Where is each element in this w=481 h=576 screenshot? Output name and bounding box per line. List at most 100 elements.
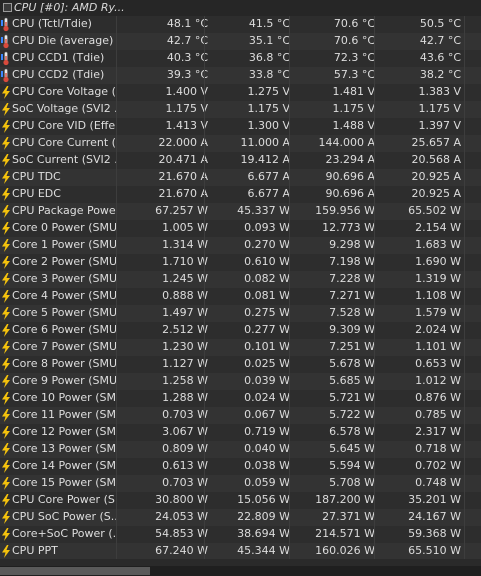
sensor-row[interactable]: Core+SoC Power (... 54.853 W 38.694 W 214.5… [0,526,481,543]
average-value: 24.167 W [408,510,461,523]
sensor-row[interactable]: CPU Core Voltage (... 1.400 V 1.275 V 1.481… [0,84,481,101]
column-divider [374,475,375,492]
sensor-row[interactable]: Core 3 Power (SMU) 1.245 W 0.082 W 7.228 W 1… [0,271,481,288]
sensor-row[interactable]: CPU PPT 67.240 W 45.344 W 160.026 W 65.510 W [0,543,481,560]
column-divider [116,203,117,220]
column-divider [374,288,375,305]
current-value: 40.3 °C [166,51,208,64]
sensor-group-header[interactable]: CPU [#0]: AMD Ry... [0,0,481,16]
sensor-row[interactable]: CPU TDC 21.670 A 6.677 A 90.696 A 20.925 A [0,169,481,186]
minimum-value: 0.059 W [244,476,290,489]
current-value: 0.703 W [162,476,208,489]
current-value: 0.809 W [162,442,208,455]
column-divider [289,288,290,305]
sensor-row[interactable]: CPU (Tctl/Tdie) 48.1 °C 41.5 °C 70.6 °C 50.5… [0,16,481,33]
current-value: 48.1 °C [166,17,208,30]
average-value: 1.383 V [418,85,461,98]
column-divider [116,322,117,339]
bolt-icon [1,119,11,134]
horizontal-scrollbar-thumb[interactable] [0,567,150,575]
bolt-icon [1,544,11,559]
column-divider [374,135,375,152]
column-divider [289,67,290,84]
sensor-row[interactable]: CPU Core Current (... 22.000 A 11.000 A 144… [0,135,481,152]
sensor-row[interactable]: Core 10 Power (SMU) 1.288 W 0.024 W 5.721 W… [0,390,481,407]
sensor-row[interactable]: Core 7 Power (SMU) 1.230 W 0.101 W 7.251 W 1… [0,339,481,356]
sensor-row[interactable]: CPU Core VID (Effe... 1.413 V 1.300 V 1.488… [0,118,481,135]
bolt-icon [1,476,11,491]
column-divider [204,50,205,67]
sensor-label: Core 10 Power (SMU) [12,391,116,404]
maximum-value: 160.026 W [315,544,375,557]
collapse-toggle-icon[interactable] [3,3,12,12]
sensor-row[interactable]: CPU Die (average) 42.7 °C 35.1 °C 70.6 °C 42… [0,33,481,50]
sensor-row[interactable]: Core 11 Power (SMU) 0.703 W 0.067 W 5.722 W… [0,407,481,424]
column-divider [374,118,375,135]
column-divider [374,424,375,441]
column-divider [289,407,290,424]
column-divider [116,118,117,135]
average-value: 43.6 °C [419,51,461,64]
average-value: 2.317 W [415,425,461,438]
column-divider [464,322,465,339]
current-value: 1.288 W [162,391,208,404]
maximum-value: 72.3 °C [333,51,375,64]
column-divider [289,492,290,509]
sensor-row[interactable]: Core 8 Power (SMU) 1.127 W 0.025 W 5.678 W 0… [0,356,481,373]
column-divider [289,271,290,288]
sensor-row[interactable]: Core 15 Power (SMU) 0.703 W 0.059 W 5.708 W… [0,475,481,492]
average-value: 0.876 W [415,391,461,404]
sensor-row[interactable]: CPU Package Powe... 67.257 W 45.337 W 159.9… [0,203,481,220]
sensor-row[interactable]: CPU CCD2 (Tdie) 39.3 °C 33.8 °C 57.3 °C 38.2… [0,67,481,84]
sensor-row[interactable]: Core 5 Power (SMU) 1.497 W 0.275 W 7.528 W 1… [0,305,481,322]
maximum-value: 5.645 W [329,442,375,455]
minimum-value: 0.082 W [244,272,290,285]
current-value: 1.127 W [162,357,208,370]
column-divider [289,509,290,526]
sensor-row[interactable]: Core 4 Power (SMU) 0.888 W 0.081 W 7.271 W 1… [0,288,481,305]
sensor-row[interactable]: Core 9 Power (SMU) 1.258 W 0.039 W 5.685 W 1… [0,373,481,390]
sensor-row[interactable]: CPU SoC Power (S... 24.053 W 22.809 W 27.37… [0,509,481,526]
sensor-row[interactable]: Core 2 Power (SMU) 1.710 W 0.610 W 7.198 W 1… [0,254,481,271]
sensor-label: Core 13 Power (SMU) [12,442,116,455]
sensor-row[interactable]: Core 14 Power (SMU) 0.613 W 0.038 W 5.594 W… [0,458,481,475]
sensor-row[interactable]: CPU Core Power (S... 30.800 W 15.056 W 187.… [0,492,481,509]
minimum-value: 0.040 W [244,442,290,455]
column-divider [374,33,375,50]
column-divider [464,118,465,135]
column-divider [116,50,117,67]
column-divider [374,271,375,288]
bolt-icon [1,527,11,542]
column-divider [289,169,290,186]
sensor-row[interactable]: Core 1 Power (SMU) 1.314 W 0.270 W 9.298 W 1… [0,237,481,254]
column-divider [116,424,117,441]
maximum-value: 70.6 °C [333,34,375,47]
sensor-row[interactable]: SoC Current (SVI2 ... 20.471 A 19.412 A 23.… [0,152,481,169]
sensor-label: CPU Core Power (S... [12,493,116,506]
average-value: 1.690 W [415,255,461,268]
sensor-row[interactable]: CPU EDC 21.670 A 6.677 A 90.696 A 20.925 A [0,186,481,203]
thermometer-icon [1,17,11,32]
average-value: 0.748 W [415,476,461,489]
column-divider [289,305,290,322]
sensor-row[interactable]: SoC Voltage (SVI2 ... 1.175 V 1.175 V 1.175… [0,101,481,118]
maximum-value: 90.696 A [325,187,375,200]
column-divider [116,271,117,288]
column-divider [116,305,117,322]
maximum-value: 6.578 W [329,425,375,438]
bolt-icon [1,340,11,355]
sensor-row[interactable]: Core 6 Power (SMU) 2.512 W 0.277 W 9.309 W 2… [0,322,481,339]
maximum-value: 57.3 °C [333,68,375,81]
column-divider [464,16,465,33]
sensor-label: Core 14 Power (SMU) [12,459,116,472]
sensor-row[interactable]: Core 12 Power (SMU) 3.067 W 0.719 W 6.578 W… [0,424,481,441]
sensor-row[interactable]: CPU CCD1 (Tdie) 40.3 °C 36.8 °C 72.3 °C 43.6… [0,50,481,67]
sensor-row[interactable]: Core 13 Power (SMU) 0.809 W 0.040 W 5.645 W… [0,441,481,458]
sensor-row[interactable]: Core 0 Power (SMU) 1.005 W 0.093 W 12.773 W… [0,220,481,237]
minimum-value: 6.677 A [247,187,290,200]
column-divider [116,186,117,203]
current-value: 1.497 W [162,306,208,319]
maximum-value: 214.571 W [315,527,375,540]
column-divider [204,169,205,186]
column-divider [204,33,205,50]
